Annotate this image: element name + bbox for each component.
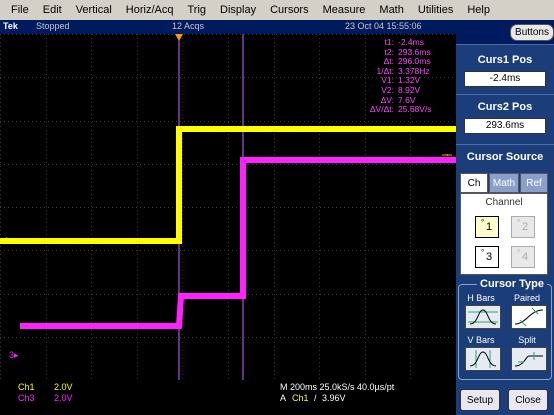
channel-1-button[interactable]: ° 1 [475,216,499,238]
menu-edit[interactable]: Edit [36,4,69,16]
readout-value: 25.68V/s [398,104,432,115]
cursor-source-title: Cursor Source [466,151,544,163]
ch1-ground-marker[interactable]: 1▸ [4,236,14,247]
ch1-scale[interactable]: 2.0V [54,382,73,392]
trigger-level[interactable]: 3.96V [322,393,346,403]
hbars-label: H Bars [467,293,495,303]
menu-bar: File Edit Vertical Horiz/Acq Trig Display Curs… [0,0,554,20]
ch1-trace [0,126,456,244]
cursor-control-panel: Curs1 Pos -2.4ms Curs2 Pos 293.6ms Curso… [456,44,554,415]
acq-state: Stopped [36,21,70,31]
curs1-pos-control[interactable]: Curs1 Pos -2.4ms [456,44,554,92]
paired-label: Paired [513,293,540,303]
tab-ch[interactable]: Ch [460,173,488,193]
menu-utilities[interactable]: Utilities [411,4,460,16]
curs1-title: Curs1 Pos [477,54,533,66]
cursor-type-title: Cursor Type [477,278,547,290]
split-label: Split [518,335,536,345]
menu-file[interactable]: File [4,4,36,16]
channel-select-area: Channel ° 1 ° 2 ° 3 ° 4 [460,193,548,275]
ch1-label[interactable]: Ch1 [18,382,35,392]
vbars-button[interactable] [465,347,501,371]
setup-button[interactable]: Setup [460,389,500,411]
vbars-label: V Bars [467,335,495,345]
channel-4-button[interactable]: ° 4 [511,246,535,268]
menu-cursors[interactable]: Cursors [263,4,316,16]
hbars-icon [468,309,498,325]
split-icon [514,352,543,367]
menu-horiz-acq[interactable]: Horiz/Acq [119,4,181,16]
paired-button[interactable] [511,305,547,329]
info-bar: Ch1 2.0V Ch3 2.0V M 200ms 25.0kS/s 40.0µ… [0,380,456,415]
menu-measure[interactable]: Measure [316,4,373,16]
ch3-label[interactable]: Ch3 [18,393,35,403]
ch3-scale[interactable]: 2.0V [54,393,73,403]
menu-help[interactable]: Help [460,4,497,16]
datetime: 23 Oct 04 15:55:06 [345,21,422,31]
tab-math[interactable]: Math [489,173,519,193]
ch3-ground-marker[interactable]: 3▸ [9,350,19,361]
trigger-source[interactable]: Ch1 [292,393,309,403]
channel-2-button[interactable]: ° 2 [511,216,535,238]
curs2-pos-control[interactable]: Curs2 Pos 293.6ms [456,94,554,142]
horizontal-settings[interactable]: M 200ms 25.0kS/s 40.0µs/pt [280,382,394,392]
channel-label: Channel [485,197,523,208]
menu-display[interactable]: Display [213,4,263,16]
buttons-button[interactable]: Buttons [510,24,554,41]
curs1-value-field[interactable]: -2.4ms [464,71,546,87]
cursor-1-marker: + [176,156,181,166]
trigger-slope[interactable]: / [314,393,317,403]
waveform-display[interactable]: + 1▸ 3▸ t1: -2.4ms t2: 293.6ms Δt: 296.0ms 1/Δ… [0,34,456,380]
readout-row: ΔV/Δt: 25.68V/s [368,105,448,115]
close-button[interactable]: Close [508,389,548,411]
acq-count: 12 Acqs [172,21,205,31]
trigger-mode[interactable]: A [280,393,286,403]
cursor-source-group: Cursor Source Ch Math Ref Channel ° 1 ° … [456,144,554,280]
readout-label: ΔV/Δt: [369,104,394,115]
menu-math[interactable]: Math [372,4,410,16]
hbars-button[interactable] [465,305,501,329]
cursor-readouts: t1: -2.4ms t2: 293.6ms Δt: 296.0ms 1/Δt: 3.378H… [368,37,448,115]
tab-ref[interactable]: Ref [520,173,548,193]
vbars-icon [469,350,497,368]
cursor-type-group: Cursor Type H Bars Paired V Bars Split [458,278,552,380]
paired-icon [514,307,544,327]
curs2-title: Curs2 Pos [477,101,533,113]
status-bar: Tek Stopped 12 Acqs 23 Oct 04 15:55:06 [0,20,456,34]
menu-vertical[interactable]: Vertical [69,4,119,16]
menu-trig[interactable]: Trig [180,4,213,16]
curs2-value-field[interactable]: 293.6ms [464,118,546,134]
split-button[interactable] [511,347,547,371]
trigger-position-marker [175,34,183,41]
channel-3-button[interactable]: ° 3 [475,246,499,268]
brand-label: Tek [3,21,18,31]
